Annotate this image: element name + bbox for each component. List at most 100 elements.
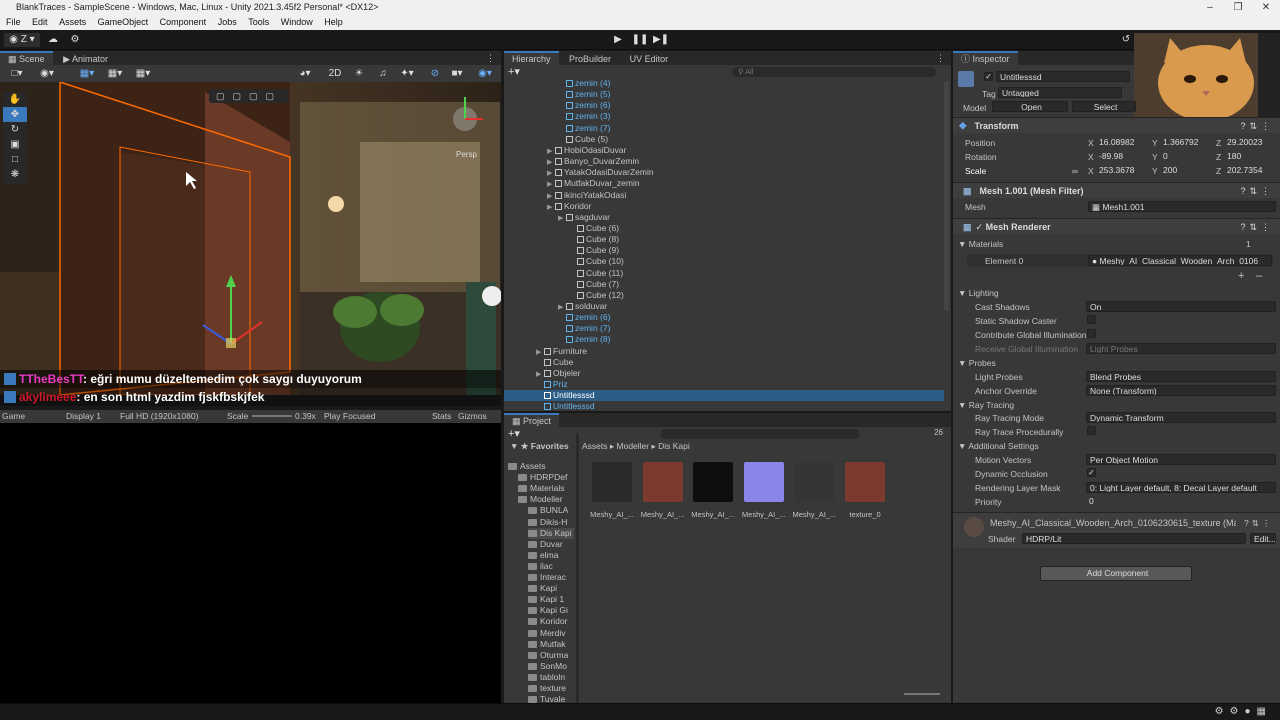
add-icon[interactable]: +▾ <box>508 65 520 78</box>
rotation-x[interactable]: -89.98 <box>1096 151 1148 162</box>
minimize-icon[interactable]: – <box>1196 0 1224 15</box>
expand-arrow-icon[interactable]: ▶ <box>558 213 566 224</box>
asset-tile[interactable]: Meshy_AI_... <box>691 462 735 519</box>
hierarchy-row[interactable]: Cube (8) <box>569 234 619 245</box>
tab-animator[interactable]: ▶ Animator <box>55 52 116 66</box>
folder-item[interactable]: Modeller <box>518 494 563 505</box>
hierarchy-row[interactable]: ▶ sagduvar <box>558 212 610 223</box>
material-menu-icons[interactable]: ?⇅⋮ <box>1244 518 1273 529</box>
folder-item[interactable]: SonMo <box>528 661 567 672</box>
position-y[interactable]: 1.366792 <box>1160 137 1212 148</box>
position-z[interactable]: 29.20023 <box>1224 137 1276 148</box>
rotate-tool-icon[interactable]: ↻ <box>3 122 27 137</box>
asset-tile[interactable]: Meshy_AI_... <box>742 462 786 519</box>
scale-x[interactable]: 253.3678 <box>1096 165 1148 176</box>
ray-tracing-foldout[interactable]: ▼ Ray Tracing <box>958 400 1014 410</box>
project-search[interactable] <box>660 429 860 439</box>
tab-project[interactable]: ▦ Project <box>504 413 560 427</box>
lighting-icon[interactable]: ☀ <box>350 67 368 81</box>
cloud-icon[interactable]: ☁ <box>44 33 62 47</box>
effects-icon[interactable]: ✦▾ <box>398 67 416 81</box>
probuilder-toolbar[interactable]: ▢▢▢▢ <box>209 89 289 103</box>
folder-item[interactable]: Interac <box>528 572 566 583</box>
gizmos-icon[interactable]: ◉▾ <box>476 67 494 81</box>
tab-inspector[interactable]: ⓘ Inspector <box>953 51 1018 65</box>
hierarchy-row[interactable]: ▶ ikinciYatakOdasi <box>547 190 626 201</box>
more-menu-icon[interactable]: ⋮ <box>936 51 945 65</box>
rect-tool-icon[interactable]: □ <box>3 152 27 167</box>
menu-window[interactable]: Window <box>281 17 313 27</box>
hand-tool-icon[interactable]: ✋ <box>3 92 27 107</box>
scale-y[interactable]: 200 <box>1160 165 1212 176</box>
mesh-field[interactable]: ▦ Mesh1.001 <box>1088 201 1276 212</box>
hierarchy-row[interactable]: Cube (6) <box>569 223 619 234</box>
hierarchy-row[interactable]: zemin (6) <box>558 312 610 323</box>
contribute-gi-checkbox[interactable] <box>1087 329 1096 338</box>
hierarchy-row[interactable]: ▶ Objeler <box>536 368 580 379</box>
global-icon[interactable]: ◉▾ <box>38 67 56 81</box>
scale-z[interactable]: 202.7354 <box>1224 165 1276 176</box>
tab-hierarchy[interactable]: Hierarchy <box>504 51 559 65</box>
breadcrumb-dis-kapi[interactable]: Dis Kapi <box>658 441 690 451</box>
play-icon[interactable]: ▶ <box>609 33 627 47</box>
asset-tile[interactable]: Meshy_AI_... <box>590 462 634 519</box>
menu-assets[interactable]: Assets <box>59 17 86 27</box>
folder-item[interactable]: Mutfak <box>528 639 566 650</box>
camera-icon[interactable]: ■▾ <box>448 67 466 81</box>
shader-dropdown[interactable]: HDRP/Lit <box>1022 533 1246 544</box>
additional-foldout[interactable]: ▼ Additional Settings <box>958 441 1039 451</box>
asset-tile[interactable]: Meshy_AI_... <box>641 462 685 519</box>
pause-icon[interactable]: ❚❚ <box>631 33 649 47</box>
hierarchy-row[interactable]: ▶ HobiOdasiDuvar <box>547 145 626 156</box>
tab-probuilder[interactable]: ProBuilder <box>561 52 619 66</box>
motion-vectors-dropdown[interactable]: Per Object Motion <box>1086 454 1276 465</box>
hierarchy-row[interactable]: Cube (10) <box>569 256 624 267</box>
hierarchy-row[interactable]: Cube (5) <box>558 134 608 145</box>
folder-item[interactable]: Duvar <box>528 539 563 550</box>
hierarchy-row[interactable]: Untitlesssd <box>536 401 595 412</box>
open-button[interactable]: Open <box>992 101 1068 112</box>
rotation-z[interactable]: 180 <box>1224 151 1276 162</box>
scene-viewport[interactable]: ✋ ✥ ↻ ▣ □ ❋ ▢▢▢▢ Persp <box>0 82 501 395</box>
asset-tile[interactable]: texture_0 <box>843 462 887 519</box>
folder-item[interactable]: Merdiv <box>528 628 566 639</box>
folder-item[interactable]: elma <box>528 550 558 561</box>
hierarchy-row[interactable]: Cube (9) <box>569 245 619 256</box>
tab-game[interactable]: Game <box>2 410 25 423</box>
hierarchy-row[interactable]: zemin (3) <box>558 111 610 122</box>
shading-icon[interactable]: ◕▾ <box>296 67 314 81</box>
menu-help[interactable]: Help <box>324 17 343 27</box>
scale-tool-icon[interactable]: ▣ <box>3 137 27 152</box>
hierarchy-row[interactable]: ▶ Koridor <box>547 201 591 212</box>
grid-icon[interactable]: ▦▾ <box>106 67 124 81</box>
play-mode-select[interactable]: Play Focused <box>324 410 376 423</box>
hierarchy-row[interactable]: ▶ YatakOdasiDuvarZemin <box>547 167 654 178</box>
close-icon[interactable]: ✕ <box>1252 0 1280 15</box>
folder-item[interactable]: HDRPDef <box>518 472 567 483</box>
materials-foldout[interactable]: ▼ Materials <box>958 239 1003 249</box>
hierarchy-row[interactable]: Cube (11) <box>569 268 623 279</box>
menu-component[interactable]: Component <box>160 17 207 27</box>
active-checkbox[interactable]: ✓ <box>984 72 993 81</box>
snap-icon[interactable]: ▦▾ <box>134 67 152 81</box>
scale-slider[interactable] <box>252 415 292 417</box>
step-icon[interactable]: ▶❚ <box>652 33 670 47</box>
folder-item[interactable]: ilac <box>528 561 553 572</box>
shader-edit-button[interactable]: Edit... <box>1250 533 1276 544</box>
2d-toggle[interactable]: 2D <box>325 67 345 81</box>
add-icon[interactable]: +▾ <box>508 427 520 440</box>
pivot-icon[interactable]: ▦▾ <box>78 67 96 81</box>
hierarchy-row[interactable]: ▶ solduvar <box>558 301 607 312</box>
game-viewport[interactable] <box>0 423 501 703</box>
resolution-select[interactable]: Full HD (1920x1080) <box>120 410 198 423</box>
tag-dropdown[interactable]: Untagged <box>998 87 1122 98</box>
transform-tool-icon[interactable]: ❋ <box>3 167 27 182</box>
position-x[interactable]: 16.08982 <box>1096 137 1148 148</box>
audio-icon[interactable]: ♫ <box>374 67 392 81</box>
menu-gameobject[interactable]: GameObject <box>98 17 149 27</box>
folder-item[interactable]: Kapi 1 <box>528 594 564 605</box>
display-select[interactable]: Display 1 <box>66 410 101 423</box>
hierarchy-row[interactable]: zemin (7) <box>558 323 610 334</box>
folder-item[interactable]: BUNLA <box>528 505 568 516</box>
static-shadow-checkbox[interactable] <box>1087 315 1096 324</box>
